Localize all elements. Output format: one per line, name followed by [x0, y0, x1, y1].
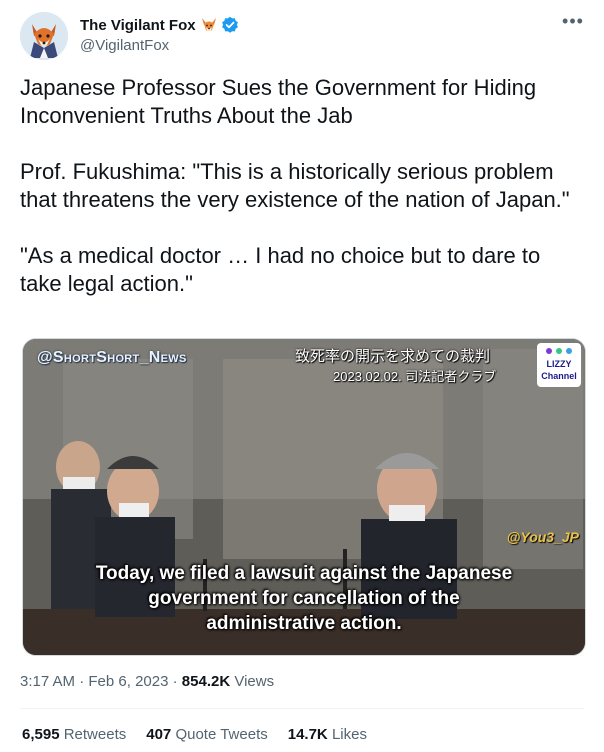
- video-jp-title: 致死率の開示を求めての裁判: [295, 348, 491, 365]
- separator: ·: [79, 673, 85, 690]
- tweet-date[interactable]: Feb 6, 2023: [88, 673, 168, 690]
- display-name-row: The Vigilant Fox: [80, 15, 239, 35]
- tweet: The Vigilant Fox @VigilantFox ••• Japane…: [0, 0, 604, 752]
- likes-count: 14.7K: [287, 726, 328, 743]
- tweet-text: Japanese Professor Sues the Government f…: [20, 74, 586, 326]
- channel-badge-top: LIZZY: [546, 359, 572, 369]
- tweet-paragraph: Japanese Professor Sues the Government f…: [20, 75, 537, 128]
- retweets-label: Retweets: [63, 726, 127, 743]
- quotes-count: 407: [146, 726, 172, 743]
- timestamp-row: 3:17 AM · Feb 6, 2023 · 854.2K Views: [20, 673, 274, 690]
- watermark-left: @ShortShort_News: [37, 349, 187, 366]
- verified-badge-icon[interactable]: [221, 16, 239, 34]
- tweet-header: The Vigilant Fox @VigilantFox •••: [20, 12, 584, 60]
- video-jp-date: 2023.02.02. 司法記者クラブ: [333, 369, 497, 384]
- tweet-time[interactable]: 3:17 AM: [20, 673, 75, 690]
- more-options-icon[interactable]: •••: [562, 12, 584, 34]
- video-caption: Today, we filed a lawsuit against the Ja…: [23, 561, 585, 636]
- channel-badge: LIZZY Channel: [537, 343, 581, 387]
- fox-emoji-icon: [200, 16, 218, 34]
- video-media[interactable]: @ShortShort_News 致死率の開示を求めての裁判 2023.02.0…: [22, 338, 586, 656]
- display-name[interactable]: The Vigilant Fox: [80, 17, 196, 34]
- tweet-paragraph: Prof. Fukushima: "This is a historically…: [20, 159, 570, 212]
- watermark-right: @You3_JP: [506, 529, 579, 545]
- divider: [20, 708, 584, 709]
- channel-dots-icon: [546, 348, 572, 354]
- likes-stat[interactable]: 14.7K Likes: [288, 726, 367, 743]
- caption-line: government for cancellation of the: [148, 588, 460, 609]
- handle[interactable]: @VigilantFox: [80, 37, 239, 54]
- channel-badge-bottom: Channel: [541, 371, 577, 381]
- tweet-paragraph: "As a medical doctor … I had no choice b…: [20, 243, 541, 296]
- author-names: The Vigilant Fox @VigilantFox: [80, 15, 239, 54]
- likes-label: Likes: [331, 726, 367, 743]
- retweets-stat[interactable]: 6,595 Retweets: [22, 726, 126, 743]
- quotes-label: Quote Tweets: [175, 726, 268, 743]
- views-label: Views: [234, 673, 275, 690]
- caption-line: administrative action.: [206, 613, 402, 634]
- retweets-count: 6,595: [22, 726, 60, 743]
- engagement-stats: 6,595 Retweets 407 Quote Tweets 14.7K Li…: [22, 726, 367, 743]
- fox-avatar-icon: [20, 12, 68, 60]
- views-count: 854.2K: [181, 673, 231, 690]
- caption-line: Today, we filed a lawsuit against the Ja…: [95, 563, 513, 584]
- avatar[interactable]: [20, 12, 68, 60]
- quotes-stat[interactable]: 407 Quote Tweets: [146, 726, 267, 743]
- separator: ·: [172, 673, 178, 690]
